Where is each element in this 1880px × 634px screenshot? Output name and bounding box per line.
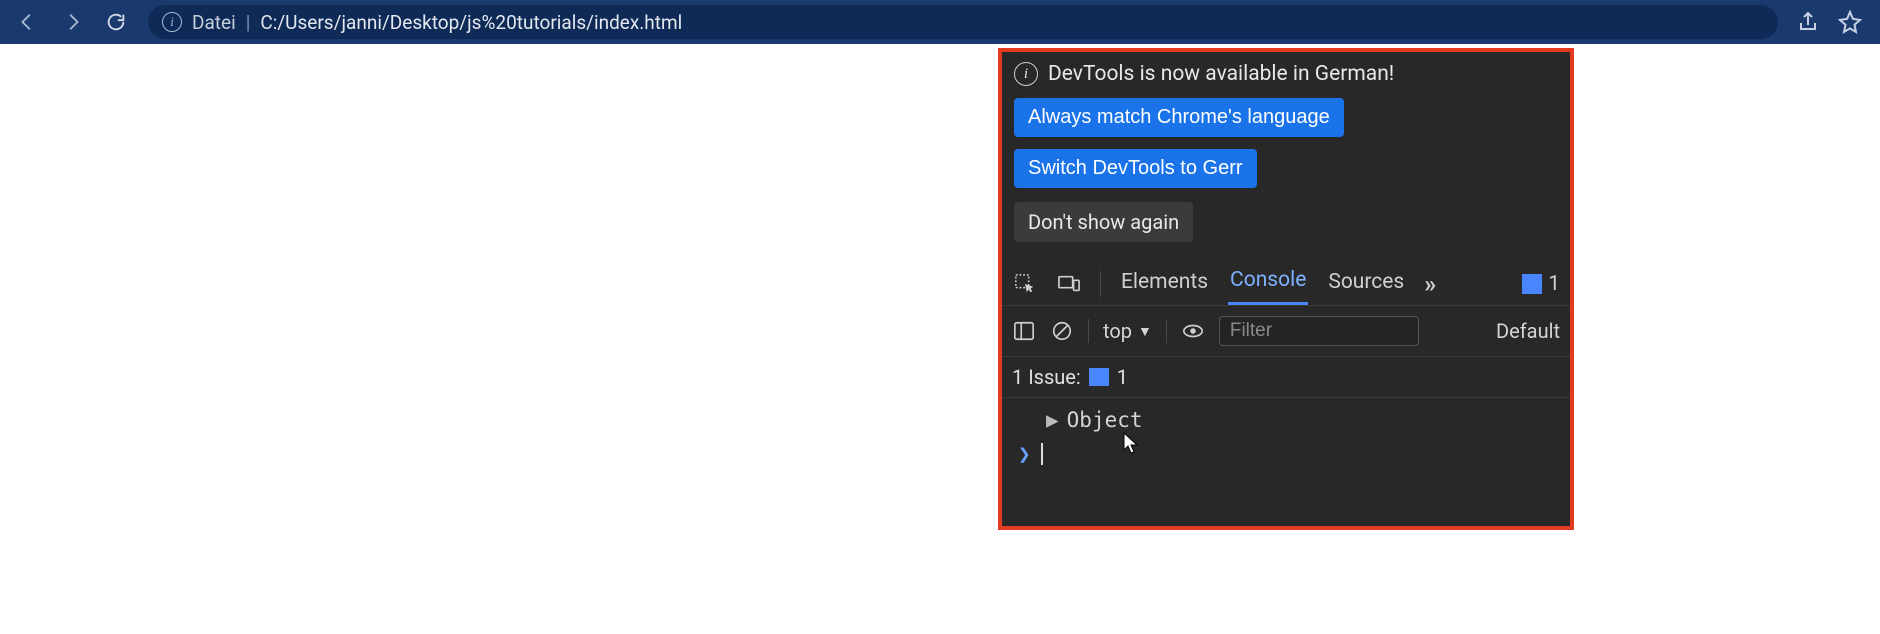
divider [1100, 271, 1101, 297]
issues-trail[interactable]: 1 [1522, 272, 1560, 296]
star-icon[interactable] [1838, 10, 1862, 34]
devtools-info-banner: i DevTools is now available in German! A… [1002, 52, 1570, 256]
info-icon: i [1014, 62, 1038, 86]
chevron-down-icon: ▼ [1138, 323, 1152, 340]
tab-console[interactable]: Console [1228, 262, 1308, 305]
site-info-icon[interactable]: i [162, 12, 182, 32]
issue-badge-icon [1522, 274, 1542, 294]
dont-show-again-button[interactable]: Don't show again [1014, 202, 1193, 242]
more-tabs-icon[interactable]: » [1424, 270, 1438, 298]
forward-icon[interactable] [58, 8, 86, 36]
sidebar-toggle-icon[interactable] [1012, 319, 1036, 343]
log-levels[interactable]: Default [1496, 319, 1560, 343]
toolbar-right [1796, 10, 1862, 34]
device-toggle-icon[interactable] [1056, 271, 1082, 297]
always-match-language-button[interactable]: Always match Chrome's language [1014, 98, 1344, 137]
issues-label: 1 Issue: [1012, 365, 1081, 389]
divider [1088, 319, 1089, 343]
reload-icon[interactable] [102, 8, 130, 36]
divider [1166, 319, 1167, 343]
browser-toolbar: i Datei | C:/Users/janni/Desktop/js%20tu… [0, 0, 1880, 44]
expand-triangle-icon[interactable]: ▶ [1046, 408, 1059, 432]
prompt-caret-icon: ❯ [1018, 442, 1031, 466]
tab-elements[interactable]: Elements [1119, 264, 1210, 304]
share-icon[interactable] [1796, 10, 1820, 34]
address-separator: | [246, 11, 251, 34]
back-icon[interactable] [14, 8, 42, 36]
address-scheme: Datei [192, 11, 236, 34]
devtools-panel: i DevTools is now available in German! A… [998, 48, 1574, 530]
tab-sources[interactable]: Sources [1326, 264, 1406, 304]
console-output[interactable]: ▶ Object ❯ [1002, 398, 1570, 476]
object-label: Object [1067, 408, 1143, 432]
issues-count: 1 [1548, 272, 1560, 296]
address-bar[interactable]: i Datei | C:/Users/janni/Desktop/js%20tu… [148, 5, 1778, 39]
live-expression-icon[interactable] [1181, 319, 1205, 343]
text-cursor [1041, 443, 1043, 465]
filter-input[interactable] [1219, 316, 1419, 346]
nav-controls [14, 8, 130, 36]
console-toolbar: top ▼ Default [1002, 306, 1570, 357]
page-viewport: i DevTools is now available in German! A… [0, 44, 1880, 634]
devtools-tab-bar: Elements Console Sources » 1 [1002, 256, 1570, 306]
switch-language-button[interactable]: Switch DevTools to Gerr [1014, 149, 1257, 188]
address-path: C:/Users/janni/Desktop/js%20tutorials/in… [260, 11, 682, 34]
issue-chip-icon [1089, 368, 1109, 386]
console-prompt[interactable]: ❯ [1012, 432, 1560, 466]
console-log-line[interactable]: ▶ Object [1012, 408, 1560, 432]
context-selector[interactable]: top ▼ [1103, 319, 1152, 343]
issues-row[interactable]: 1 Issue: 1 [1002, 357, 1570, 398]
info-banner-text: DevTools is now available in German! [1048, 62, 1394, 86]
issues-count-value: 1 [1117, 365, 1128, 389]
clear-console-icon[interactable] [1050, 319, 1074, 343]
inspect-element-icon[interactable] [1012, 271, 1038, 297]
context-label: top [1103, 319, 1132, 343]
